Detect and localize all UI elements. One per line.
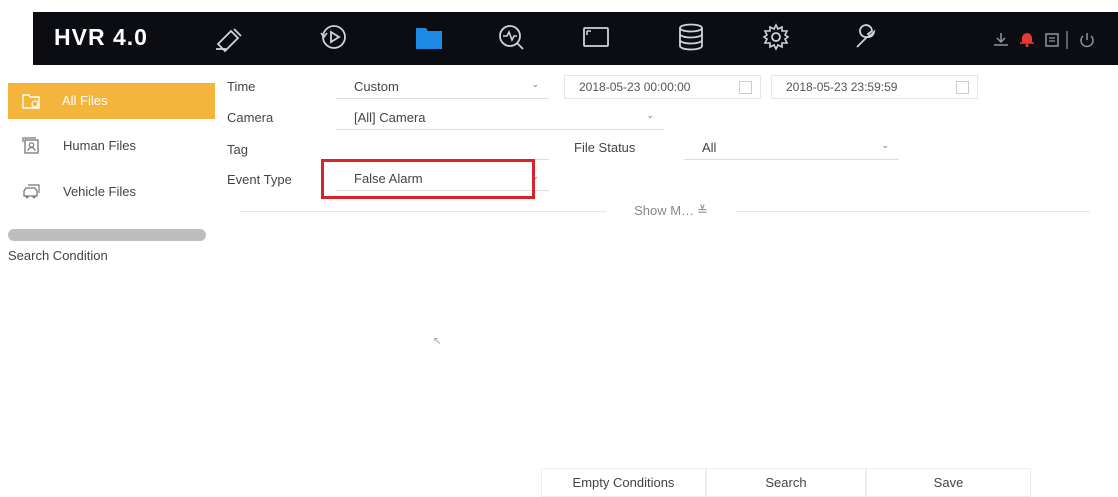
configuration-screen-icon[interactable] <box>581 22 611 52</box>
maintenance-icon[interactable] <box>852 22 882 52</box>
sidebar-item-label: Human Files <box>63 138 136 153</box>
tag-label: Tag <box>227 142 248 157</box>
sidebar-item-vehicle-files[interactable]: Vehicle Files <box>8 174 215 210</box>
search-condition-label: Search Condition <box>8 248 108 263</box>
separator <box>1066 31 1068 49</box>
sidebar-item-label: Vehicle Files <box>63 184 136 199</box>
alarm-bell-icon[interactable] <box>1018 30 1036 48</box>
time-select-value: Custom <box>354 79 399 94</box>
mouse-cursor-icon: ↖ <box>433 336 442 347</box>
notification-icon[interactable] <box>1043 31 1061 49</box>
chevron-down-icon: ⌄ <box>646 110 654 120</box>
human-files-icon <box>22 137 40 155</box>
download-icon[interactable] <box>992 31 1010 49</box>
top-bar-background <box>33 12 1118 65</box>
calendar-icon[interactable] <box>739 81 752 94</box>
show-more-toggle[interactable]: Show M… ≚ <box>606 200 736 222</box>
brand-title: HVR 4.0 <box>54 24 148 50</box>
end-date-value: 2018-05-23 23:59:59 <box>786 80 898 94</box>
vehicle-files-icon <box>22 183 40 201</box>
settings-icon[interactable] <box>761 22 791 52</box>
double-chevron-down-icon: ≚ <box>697 203 708 218</box>
sidebar-scrollbar[interactable] <box>8 229 206 241</box>
chevron-down-icon: ⌄ <box>531 79 539 89</box>
chevron-down-icon: ⌄ <box>881 140 889 150</box>
file-status-value: All <box>702 140 717 155</box>
show-more-label: Show M… <box>634 203 695 218</box>
tag-input[interactable] <box>336 137 549 160</box>
power-icon[interactable] <box>1078 31 1096 49</box>
sidebar-item-all-files[interactable]: All Files <box>8 83 215 119</box>
live-view-icon[interactable] <box>214 22 244 53</box>
camera-select-value: [All] Camera <box>354 110 426 125</box>
playback-icon[interactable] <box>319 22 349 52</box>
top-bar <box>0 0 1118 70</box>
all-files-icon <box>22 92 40 110</box>
start-date-value: 2018-05-23 00:00:00 <box>579 80 691 94</box>
empty-conditions-button[interactable]: Empty Conditions <box>541 468 706 497</box>
sidebar-item-human-files[interactable]: Human Files <box>8 128 215 164</box>
highlight-box <box>321 159 535 199</box>
search-button[interactable]: Search <box>706 468 866 497</box>
file-status-label: File Status <box>574 140 636 155</box>
camera-select[interactable]: [All] Camera ⌄ <box>336 107 664 130</box>
time-select[interactable]: Custom ⌄ <box>336 76 549 99</box>
save-button[interactable]: Save <box>866 468 1031 497</box>
calendar-icon[interactable] <box>956 81 969 94</box>
event-type-label: Event Type <box>227 172 292 187</box>
smart-analysis-icon[interactable] <box>496 22 526 52</box>
file-status-select[interactable]: All ⌄ <box>684 137 899 160</box>
storage-icon[interactable] <box>676 22 706 52</box>
sidebar-item-label: All Files <box>62 93 108 108</box>
time-label: Time <box>227 79 256 94</box>
file-management-icon[interactable] <box>414 22 444 52</box>
end-date-input[interactable]: 2018-05-23 23:59:59 <box>771 75 978 99</box>
start-date-input[interactable]: 2018-05-23 00:00:00 <box>564 75 761 99</box>
camera-label: Camera <box>227 110 274 125</box>
